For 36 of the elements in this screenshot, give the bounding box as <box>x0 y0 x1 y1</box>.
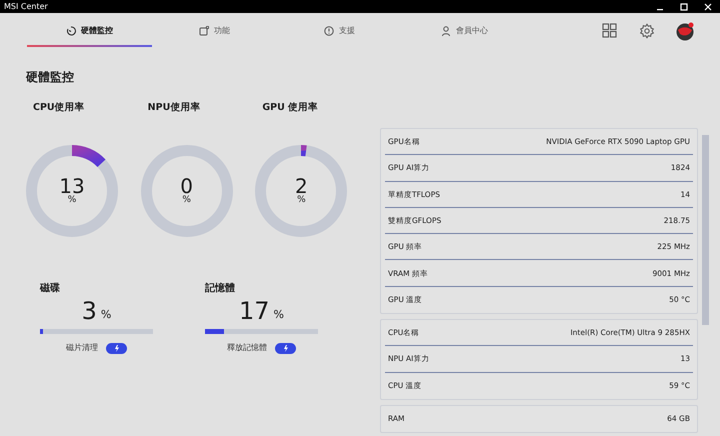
tab[interactable]: 硬體監控 <box>27 16 152 44</box>
gauge-unit: % <box>182 196 191 206</box>
maximize-icon[interactable] <box>680 2 688 10</box>
action-label: 釋放記憶體 <box>227 342 267 354</box>
window-title: MSI Center <box>3 0 48 12</box>
gauge-label: NPU使用率 <box>148 101 202 115</box>
gauge-unit: % <box>68 196 76 206</box>
meter-unit: % <box>100 306 112 322</box>
user-icon <box>441 26 451 36</box>
close-icon[interactable] <box>704 2 712 10</box>
meter-label: 記憶體 <box>205 282 236 295</box>
gauge-fill <box>72 145 106 168</box>
gauge-icon <box>66 26 76 36</box>
bolt-icon <box>114 344 119 352</box>
gauge-label: CPU使用率 <box>33 101 86 115</box>
tab[interactable]: 功能 <box>152 16 277 44</box>
meter-value: 3 <box>82 299 97 323</box>
action-label: 磁片清理 <box>66 342 98 354</box>
gauge-value: 0 <box>180 176 194 196</box>
meter-value: 17 <box>239 299 270 323</box>
gauge-label: GPU 使用率 <box>262 101 320 115</box>
meter-unit: % <box>274 306 284 322</box>
boost-button[interactable] <box>106 342 127 354</box>
alert-icon <box>324 26 334 36</box>
meter-label: 磁碟 <box>40 282 61 295</box>
square-icon <box>199 26 209 36</box>
bolt-icon <box>283 344 288 352</box>
tab[interactable]: 支援 <box>277 16 402 44</box>
scrollbar[interactable] <box>702 135 709 325</box>
page-title: 硬體監控 <box>26 69 75 86</box>
gauge-unit: % <box>297 196 306 206</box>
gauge-fill <box>301 145 308 156</box>
boost-button[interactable] <box>275 342 296 354</box>
gauge-value: 13 <box>59 176 85 196</box>
tab[interactable]: 會員中心 <box>402 16 527 44</box>
gauge-value: 2 <box>294 176 308 196</box>
